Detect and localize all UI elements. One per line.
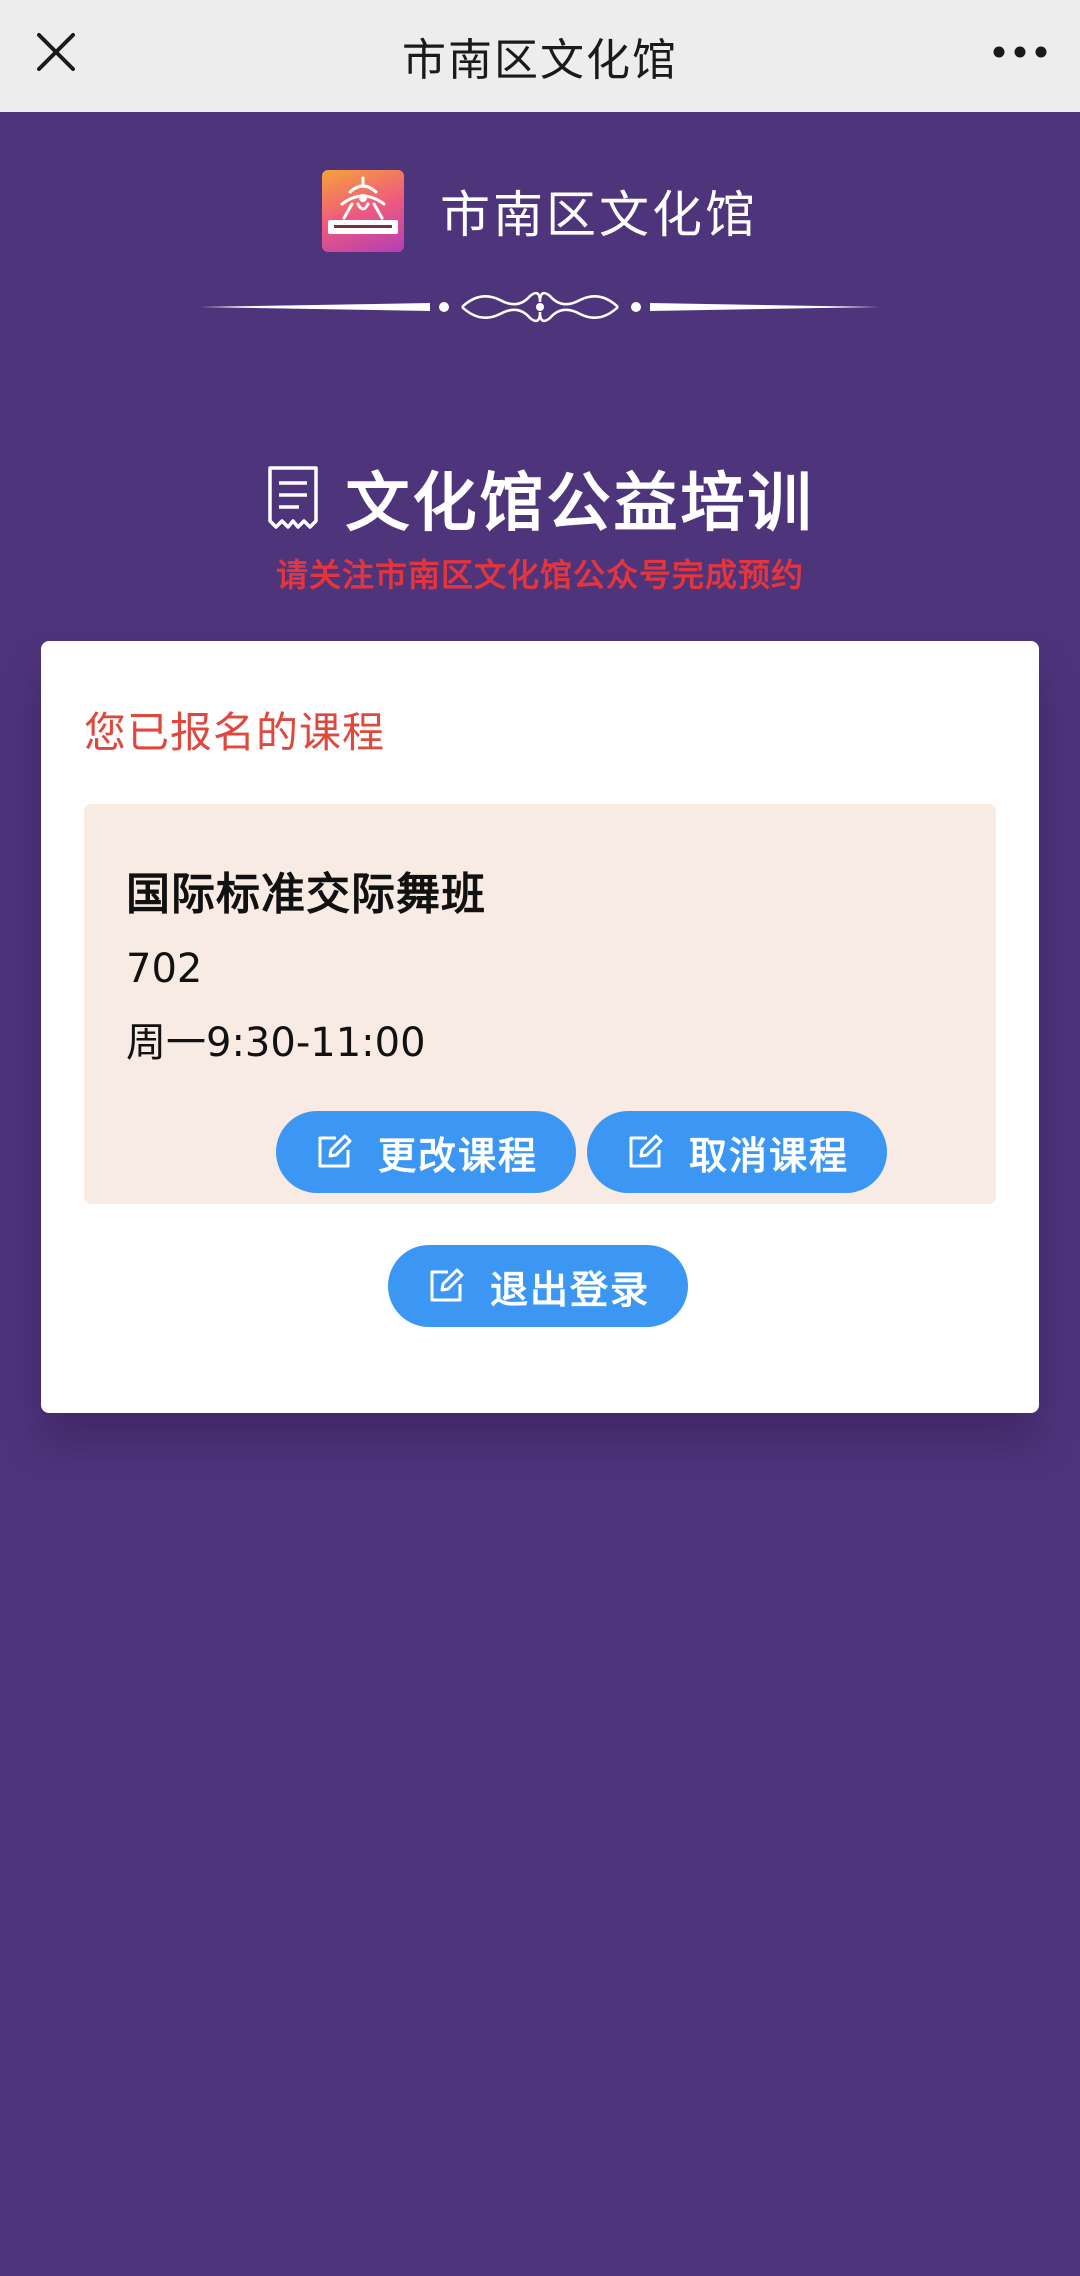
- receipt-icon: [267, 466, 318, 529]
- follow-notice: 请关注市南区文化馆公众号完成预约: [275, 556, 804, 594]
- edit-icon: [426, 1266, 466, 1306]
- course-item: 国际标准交际舞班 702 周一9:30-11:00 更改课程 取消课程: [84, 804, 996, 1204]
- edit-icon: [314, 1132, 354, 1172]
- course-name: 国际标准交际舞班: [126, 869, 486, 920]
- edit-icon: [625, 1132, 665, 1172]
- change-course-label: 更改课程: [377, 1133, 538, 1178]
- brand-header: 市南区文化馆: [0, 170, 1080, 252]
- more-horizontal-icon: [993, 46, 1047, 58]
- course-time: 周一9:30-11:00: [126, 1020, 426, 1066]
- close-button[interactable]: [26, 22, 86, 82]
- course-room: 702: [126, 946, 203, 992]
- top-navigation-bar: 市南区文化馆: [0, 0, 1080, 112]
- page-title: 市南区文化馆: [402, 35, 678, 86]
- section-title: 文化馆公益培训: [345, 467, 815, 541]
- card-heading: 您已报名的课程: [84, 708, 386, 757]
- section-header: 文化馆公益培训: [0, 452, 1080, 544]
- enrolled-courses-card: 您已报名的课程 国际标准交际舞班 702 周一9:30-11:00 更改课程 取…: [41, 641, 1039, 1413]
- culture-center-logo: [322, 170, 404, 252]
- logout-button[interactable]: 退出登录: [388, 1245, 688, 1327]
- brand-name: 市南区文化馆: [440, 186, 758, 244]
- change-course-button[interactable]: 更改课程: [276, 1111, 576, 1193]
- cancel-course-label: 取消课程: [688, 1133, 849, 1178]
- ornament-divider: [200, 291, 880, 323]
- close-icon: [37, 33, 75, 71]
- cancel-course-button[interactable]: 取消课程: [587, 1111, 887, 1193]
- more-options-button[interactable]: [980, 22, 1060, 82]
- logout-label: 退出登录: [489, 1267, 650, 1312]
